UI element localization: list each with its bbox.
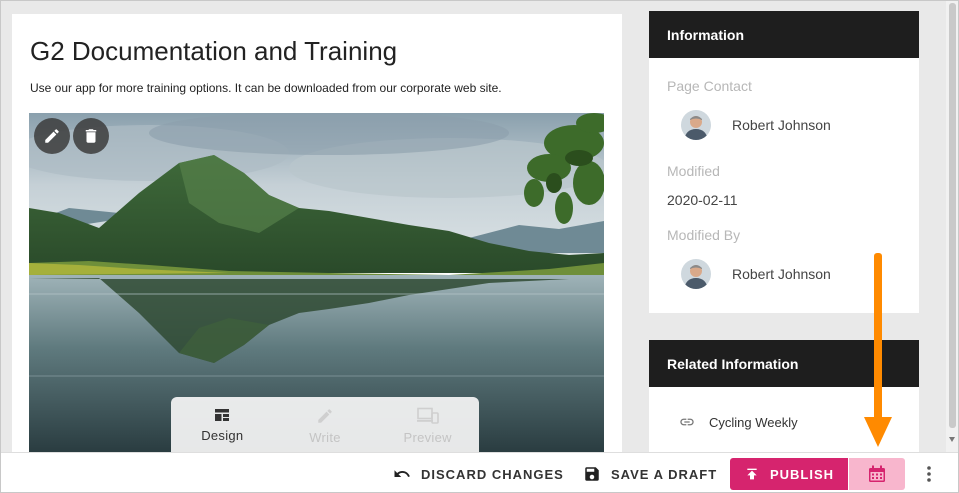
page-title: G2 Documentation and Training bbox=[30, 36, 398, 66]
modified-by-person[interactable]: Robert Johnson bbox=[681, 259, 831, 289]
discard-changes-label: DISCARD CHANGES bbox=[421, 466, 564, 482]
related-link-label: Cycling Weekly bbox=[709, 414, 798, 430]
pencil-icon bbox=[318, 409, 332, 423]
modified-by-label: Modified By bbox=[667, 227, 741, 243]
avatar-image bbox=[681, 110, 711, 140]
edit-image-button[interactable] bbox=[34, 118, 70, 154]
bottom-toolbar: DISCARD CHANGES SAVE A DRAFT PUBLISH bbox=[1, 452, 958, 492]
scrollbar-thumb[interactable] bbox=[949, 3, 956, 428]
delete-image-button[interactable] bbox=[73, 118, 109, 154]
page-contact-name: Robert Johnson bbox=[732, 117, 831, 133]
schedule-publish-button[interactable] bbox=[849, 458, 905, 490]
pencil-icon bbox=[45, 129, 59, 143]
mode-preview-label: Preview bbox=[403, 430, 452, 445]
calendar-icon bbox=[869, 465, 885, 482]
mode-write-label: Write bbox=[309, 430, 341, 445]
related-link-item[interactable]: Cycling Weekly bbox=[679, 414, 798, 430]
scroll-down-arrow-icon[interactable] bbox=[949, 437, 955, 442]
publish-button[interactable]: PUBLISH bbox=[730, 458, 848, 490]
page-contact-label: Page Contact bbox=[667, 78, 752, 94]
modified-label: Modified bbox=[667, 163, 720, 179]
mode-write[interactable]: Write bbox=[274, 397, 377, 454]
mode-design-label: Design bbox=[201, 428, 244, 443]
mode-preview[interactable]: Preview bbox=[376, 397, 479, 454]
save-draft-button[interactable]: SAVE A DRAFT bbox=[583, 453, 718, 492]
vertical-scrollbar[interactable] bbox=[946, 1, 958, 452]
trash-icon bbox=[85, 129, 97, 143]
link-icon bbox=[680, 418, 694, 426]
publish-icon bbox=[747, 468, 757, 480]
avatar bbox=[681, 110, 711, 140]
discard-changes-button[interactable]: DISCARD CHANGES bbox=[393, 453, 564, 492]
editor-mode-switcher: Design Write Preview bbox=[171, 397, 479, 454]
page-description: Use our app for more training options. I… bbox=[30, 81, 502, 95]
modified-value: 2020-02-11 bbox=[667, 192, 738, 208]
page-content-card: G2 Documentation and Training Use our ap… bbox=[12, 14, 622, 454]
more-options-button[interactable] bbox=[919, 460, 939, 488]
save-draft-label: SAVE A DRAFT bbox=[611, 466, 718, 482]
information-heading: Information bbox=[649, 11, 919, 58]
save-icon bbox=[585, 467, 599, 481]
layout-icon bbox=[215, 409, 230, 421]
annotation-arrow-icon bbox=[864, 253, 892, 447]
hero-image[interactable]: Design Write Preview bbox=[29, 113, 604, 454]
modified-by-name: Robert Johnson bbox=[732, 266, 831, 282]
avatar bbox=[681, 259, 711, 289]
undo-icon bbox=[394, 470, 410, 477]
devices-icon bbox=[416, 407, 439, 424]
more-vertical-icon bbox=[927, 466, 931, 482]
avatar-image bbox=[681, 259, 711, 289]
app-window: G2 Documentation and Training Use our ap… bbox=[0, 0, 959, 493]
mode-design[interactable]: Design bbox=[171, 397, 274, 454]
page-contact-person[interactable]: Robert Johnson bbox=[681, 110, 831, 140]
publish-label: PUBLISH bbox=[769, 466, 835, 482]
